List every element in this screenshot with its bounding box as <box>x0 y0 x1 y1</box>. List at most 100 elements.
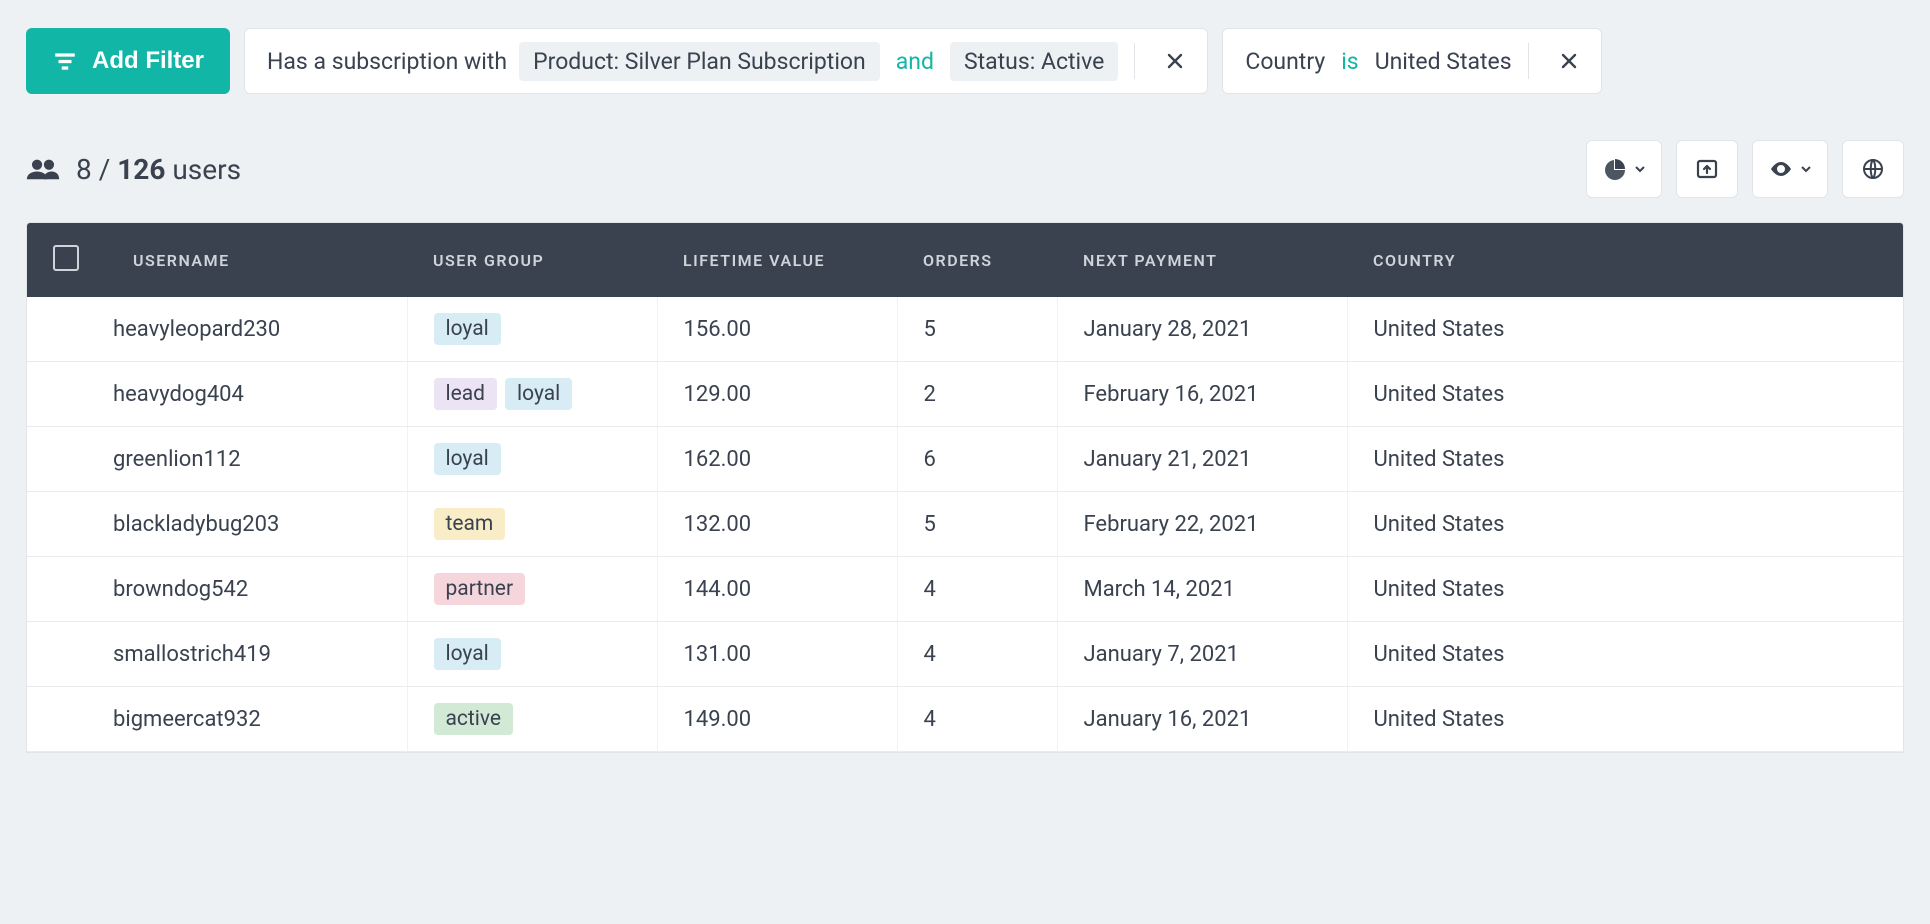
cell-user-group: loyal <box>407 427 657 492</box>
remove-filter-button[interactable] <box>1151 45 1199 77</box>
close-icon <box>1559 51 1579 71</box>
cell-next-payment: January 16, 2021 <box>1057 687 1347 752</box>
cell-lifetime-value: 144.00 <box>657 557 897 622</box>
filter-chip-value: Status: Active <box>950 42 1118 81</box>
row-checkbox-cell <box>27 427 107 492</box>
cell-next-payment: January 28, 2021 <box>1057 297 1347 362</box>
remove-filter-button[interactable] <box>1545 45 1593 77</box>
user-group-tag: loyal <box>434 313 501 345</box>
cell-username: greenlion112 <box>107 427 407 492</box>
add-filter-label: Add Filter <box>92 47 204 75</box>
filter-icon <box>52 48 78 74</box>
cell-country: United States <box>1347 557 1903 622</box>
row-checkbox-cell <box>27 622 107 687</box>
cell-next-payment: February 22, 2021 <box>1057 492 1347 557</box>
cell-user-group: partner <box>407 557 657 622</box>
user-group-tag: partner <box>434 573 526 605</box>
col-next-payment[interactable]: NEXT PAYMENT <box>1057 223 1347 297</box>
toolbar <box>1586 140 1904 198</box>
user-group-tag: loyal <box>434 638 501 670</box>
chart-dropdown-button[interactable] <box>1586 140 1662 198</box>
globe-button[interactable] <box>1842 140 1904 198</box>
cell-country: United States <box>1347 297 1903 362</box>
user-count: 8 / 126 users <box>26 153 241 186</box>
export-icon <box>1695 157 1719 181</box>
cell-next-payment: February 16, 2021 <box>1057 362 1347 427</box>
cell-country: United States <box>1347 492 1903 557</box>
cell-orders: 4 <box>897 687 1057 752</box>
cell-username: smallostrich419 <box>107 622 407 687</box>
users-table: USERNAME USER GROUP LIFETIME VALUE ORDER… <box>26 222 1904 753</box>
users-unit: users <box>172 153 241 186</box>
chevron-down-icon <box>1635 164 1645 174</box>
export-button[interactable] <box>1676 140 1738 198</box>
row-checkbox-cell <box>27 557 107 622</box>
visible-count: 8 <box>76 153 92 186</box>
cell-next-payment: March 14, 2021 <box>1057 557 1347 622</box>
table-row[interactable]: smallostrich419 loyal 131.004January 7, 20… <box>27 622 1903 687</box>
row-checkbox-cell <box>27 297 107 362</box>
divider <box>1134 43 1135 79</box>
cell-username: heavyleopard230 <box>107 297 407 362</box>
cell-user-group: loyal <box>407 297 657 362</box>
cell-next-payment: January 21, 2021 <box>1057 427 1347 492</box>
cell-next-payment: January 7, 2021 <box>1057 622 1347 687</box>
cell-user-group: active <box>407 687 657 752</box>
filter-chip-operator: and <box>892 48 938 75</box>
cell-user-group: leadloyal <box>407 362 657 427</box>
cell-user-group: team <box>407 492 657 557</box>
cell-lifetime-value: 131.00 <box>657 622 897 687</box>
table-row[interactable]: heavydog404leadloyal129.002February 16, … <box>27 362 1903 427</box>
cell-orders: 5 <box>897 492 1057 557</box>
cell-lifetime-value: 132.00 <box>657 492 897 557</box>
col-lifetime-value[interactable]: LIFETIME VALUE <box>657 223 897 297</box>
cell-orders: 5 <box>897 297 1057 362</box>
cell-orders: 4 <box>897 557 1057 622</box>
cell-username: heavydog404 <box>107 362 407 427</box>
cell-lifetime-value: 162.00 <box>657 427 897 492</box>
cell-orders: 2 <box>897 362 1057 427</box>
table-row[interactable]: greenlion112 loyal 162.006January 21, 2021… <box>27 427 1903 492</box>
table-header-row: USERNAME USER GROUP LIFETIME VALUE ORDER… <box>27 223 1903 297</box>
visibility-dropdown-button[interactable] <box>1752 140 1828 198</box>
add-filter-button[interactable]: Add Filter <box>26 28 230 94</box>
cell-lifetime-value: 129.00 <box>657 362 897 427</box>
cell-username: browndog542 <box>107 557 407 622</box>
filter-chip-operator: is <box>1337 48 1362 75</box>
select-all-checkbox[interactable] <box>53 245 79 271</box>
table-row[interactable]: browndog542 partner 144.004March 14, 2021U… <box>27 557 1903 622</box>
filter-chip-prefix: Country <box>1245 48 1325 75</box>
cell-country: United States <box>1347 687 1903 752</box>
summary-row: 8 / 126 users <box>26 140 1904 198</box>
cell-country: United States <box>1347 362 1903 427</box>
cell-country: United States <box>1347 427 1903 492</box>
globe-icon <box>1861 157 1885 181</box>
filter-chip[interactable]: Country is United States <box>1222 28 1601 94</box>
user-group-tag: team <box>434 508 506 540</box>
total-count: 126 <box>117 153 165 186</box>
col-user-group[interactable]: USER GROUP <box>407 223 657 297</box>
cell-orders: 6 <box>897 427 1057 492</box>
col-country[interactable]: COUNTRY <box>1347 223 1903 297</box>
filter-chip-text: United States <box>1375 48 1512 75</box>
table-row[interactable]: bigmeercat932 active 149.004January 16, 20… <box>27 687 1903 752</box>
table-row[interactable]: blackladybug203 team 132.005February 22, 2… <box>27 492 1903 557</box>
cell-orders: 4 <box>897 622 1057 687</box>
cell-username: blackladybug203 <box>107 492 407 557</box>
col-orders[interactable]: ORDERS <box>897 223 1057 297</box>
user-group-tag: loyal <box>505 378 572 410</box>
cell-user-group: loyal <box>407 622 657 687</box>
col-username[interactable]: USERNAME <box>107 223 407 297</box>
people-icon <box>26 157 60 181</box>
filter-chip[interactable]: Has a subscription withProduct: Silver P… <box>244 28 1208 94</box>
close-icon <box>1165 51 1185 71</box>
user-group-tag: lead <box>434 378 498 410</box>
cell-username: bigmeercat932 <box>107 687 407 752</box>
user-group-tag: active <box>434 703 514 735</box>
cell-lifetime-value: 149.00 <box>657 687 897 752</box>
user-group-tag: loyal <box>434 443 501 475</box>
pie-chart-icon <box>1603 157 1627 181</box>
table-row[interactable]: heavyleopard230loyal156.005January 28, 2… <box>27 297 1903 362</box>
chevron-down-icon <box>1801 164 1811 174</box>
divider <box>1528 43 1529 79</box>
